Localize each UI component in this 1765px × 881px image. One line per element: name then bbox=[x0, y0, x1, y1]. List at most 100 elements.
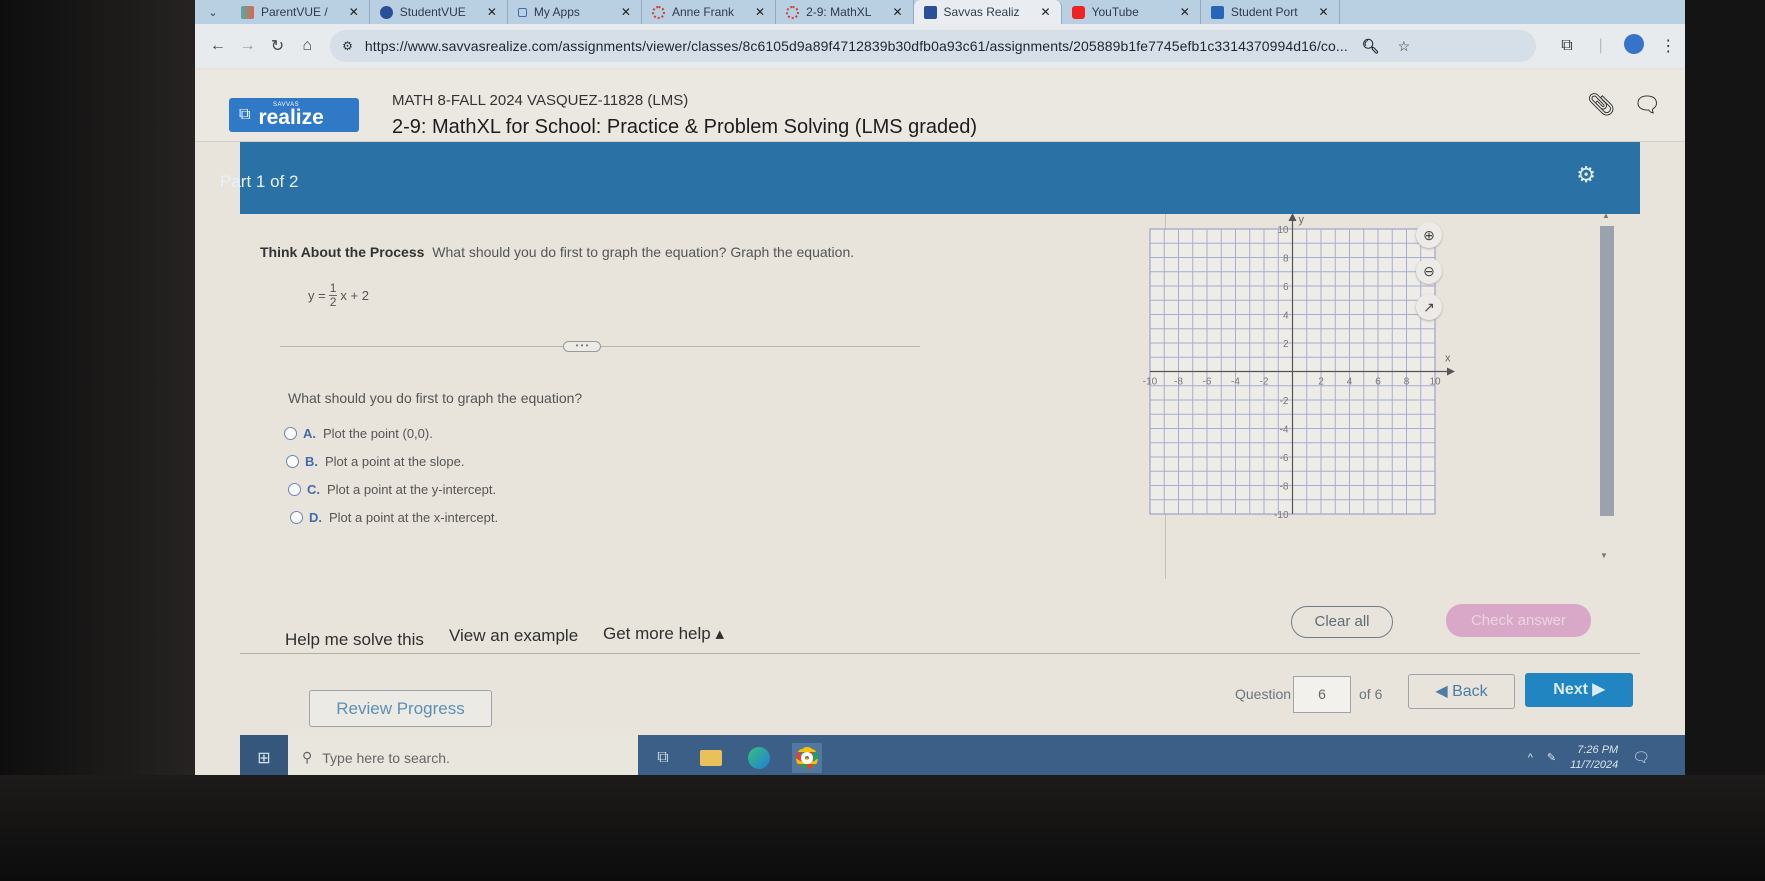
scroll-down-arrow-icon[interactable]: ▼ bbox=[1600, 551, 1608, 560]
student-portal-icon bbox=[1210, 5, 1224, 19]
x-tick-label: 10 bbox=[1429, 377, 1441, 388]
y-tick-label: 6 bbox=[1283, 282, 1289, 293]
close-tab-icon[interactable]: ✕ bbox=[755, 5, 765, 19]
review-progress-button[interactable]: Review Progress bbox=[309, 690, 492, 727]
reload-icon[interactable]: ↻ bbox=[263, 36, 293, 56]
file-explorer-icon[interactable] bbox=[696, 743, 726, 773]
resize-handle-horizontal[interactable]: • • • bbox=[563, 341, 601, 352]
pop-out-icon[interactable]: ↗ bbox=[1416, 294, 1442, 320]
browser-tab-strip: ⌄ ParentVUE / ✕ StudentVUE ✕ My Apps ✕ Anne… bbox=[195, 0, 1685, 24]
gear-icon[interactable]: ⚙ bbox=[1576, 162, 1596, 188]
y-tick-label: 10 bbox=[1277, 225, 1289, 236]
myapps-icon bbox=[517, 7, 527, 17]
question-label: Question bbox=[1235, 686, 1292, 702]
comment-icon[interactable]: 🗨︎ bbox=[1633, 92, 1661, 118]
y-tick-label: -4 bbox=[1280, 425, 1289, 436]
monitor-bezel-right bbox=[1685, 0, 1765, 881]
view-example-link[interactable]: View an example bbox=[449, 626, 578, 646]
clock[interactable]: 7:26 PM 11/7/2024 bbox=[1570, 743, 1618, 773]
taskbar-apps: ⧉ ^ ✎ 7:26 PM 11/7/2024 🗨︎ bbox=[638, 735, 1685, 780]
close-tab-icon[interactable]: ✕ bbox=[487, 5, 497, 19]
scrollbar[interactable]: ▲ ▼ bbox=[1595, 211, 1617, 584]
next-button[interactable]: Next ▶ bbox=[1525, 673, 1633, 707]
tab-student-portal[interactable]: Student Port ✕ bbox=[1201, 0, 1340, 24]
external-link-icon: ⧉ bbox=[239, 106, 251, 123]
close-tab-icon[interactable]: ✕ bbox=[1319, 5, 1329, 19]
chrome-icon[interactable] bbox=[792, 742, 822, 773]
zoom-in-icon[interactable]: ⊕ bbox=[1416, 222, 1442, 248]
sub-question: What should you do first to graph the eq… bbox=[288, 390, 583, 406]
radio-button[interactable] bbox=[288, 483, 301, 496]
zoom-icon[interactable]: 🔍︎ bbox=[1362, 38, 1380, 55]
taskbar-search[interactable]: ⚲ Type here to search. bbox=[288, 735, 638, 780]
x-tick-label: -2 bbox=[1260, 377, 1269, 388]
browser-toolbar: ← → ↻ ⌂ ⚙ https://www.savvasrealize.com/… bbox=[195, 24, 1685, 68]
radio-button[interactable] bbox=[290, 511, 303, 524]
scrollbar-thumb[interactable] bbox=[1600, 226, 1614, 516]
get-more-help-link[interactable]: Get more help ▴ bbox=[603, 624, 724, 644]
choice-a[interactable]: A. Plot the point (0,0). bbox=[284, 426, 433, 441]
site-settings-icon[interactable]: ⚙ bbox=[342, 39, 353, 53]
back-button[interactable]: ◀ Back bbox=[1408, 674, 1515, 709]
scroll-up-arrow-icon[interactable]: ▲ bbox=[1602, 211, 1610, 220]
close-tab-icon[interactable]: ✕ bbox=[621, 5, 631, 19]
system-tray: ^ ✎ 7:26 PM 11/7/2024 🗨︎ bbox=[1528, 743, 1685, 773]
part-header: Part 1 of 2 ⚙ bbox=[220, 142, 1640, 214]
x-tick-label: -10 bbox=[1143, 377, 1158, 388]
loading-icon bbox=[786, 5, 800, 19]
windows-start-icon[interactable]: ⊞ bbox=[240, 735, 288, 780]
savvas-icon bbox=[923, 5, 937, 19]
zoom-out-icon[interactable]: ⊖ bbox=[1416, 258, 1442, 284]
edge-icon[interactable] bbox=[744, 743, 774, 773]
address-bar[interactable]: ⚙ https://www.savvasrealize.com/assignme… bbox=[330, 30, 1537, 62]
tab-studentvue[interactable]: StudentVUE ✕ bbox=[370, 0, 508, 24]
y-tick-label: 8 bbox=[1283, 254, 1289, 265]
choice-b[interactable]: B. Plot a point at the slope. bbox=[286, 454, 464, 469]
help-me-solve-link[interactable]: Help me solve this bbox=[285, 630, 424, 650]
show-hidden-icons-icon[interactable]: ^ bbox=[1528, 752, 1533, 764]
tab-my-apps[interactable]: My Apps ✕ bbox=[508, 0, 642, 24]
tab-mathxl[interactable]: 2-9: MathXL ✕ bbox=[776, 0, 914, 24]
part-label: Part 1 of 2 bbox=[220, 172, 299, 191]
footer-divider bbox=[240, 653, 1640, 654]
notifications-icon[interactable]: 🗨︎ bbox=[1632, 749, 1650, 766]
radio-button[interactable] bbox=[286, 455, 299, 468]
parentvue-icon bbox=[241, 5, 254, 19]
profile-avatar[interactable] bbox=[1618, 33, 1652, 59]
clear-all-button[interactable]: Clear all bbox=[1291, 606, 1393, 638]
screen: ⌄ ParentVUE / ✕ StudentVUE ✕ My Apps ✕ Anne… bbox=[195, 0, 1685, 780]
bookmark-star-icon[interactable]: ☆ bbox=[1398, 38, 1411, 55]
close-tab-icon[interactable]: ✕ bbox=[1041, 5, 1051, 19]
tab-youtube[interactable]: YouTube ✕ bbox=[1062, 0, 1201, 24]
url-text[interactable]: https://www.savvasrealize.com/assignment… bbox=[365, 38, 1348, 54]
question-panel: Think About the Process What should you … bbox=[240, 211, 1630, 584]
forward-arrow-icon[interactable]: → bbox=[233, 37, 263, 55]
pen-icon[interactable]: ✎ bbox=[1547, 751, 1556, 764]
question-number-input[interactable]: 6 bbox=[1293, 676, 1351, 713]
x-tick-label: 8 bbox=[1404, 377, 1410, 388]
close-tab-icon[interactable]: ✕ bbox=[892, 5, 902, 19]
radio-button[interactable] bbox=[284, 427, 297, 440]
monitor-bezel-left bbox=[0, 0, 195, 881]
x-axis-label: x bbox=[1445, 353, 1451, 365]
x-axis-arrow bbox=[1447, 367, 1455, 376]
close-tab-icon[interactable]: ✕ bbox=[1180, 5, 1190, 19]
tab-anne-frank[interactable]: Anne Frank ✕ bbox=[642, 0, 777, 24]
paperclip-icon[interactable]: 📎︎ bbox=[1587, 92, 1615, 118]
tab-search-chevron-icon[interactable]: ⌄ bbox=[195, 6, 231, 19]
home-icon[interactable]: ⌂ bbox=[292, 37, 322, 55]
x-tick-label: 6 bbox=[1375, 377, 1381, 388]
back-arrow-icon[interactable]: ← bbox=[203, 37, 233, 55]
y-tick-label: -8 bbox=[1280, 482, 1289, 493]
check-answer-button[interactable]: Check answer bbox=[1446, 604, 1591, 637]
browser-menu-icon[interactable]: ⋮ bbox=[1651, 36, 1685, 56]
tab-savvas-realize[interactable]: Savvas Realiz ✕ bbox=[913, 0, 1062, 24]
extensions-icon[interactable]: ⧉ bbox=[1550, 37, 1584, 55]
realize-logo[interactable]: ⧉ SAVVAS realize bbox=[229, 98, 359, 132]
choice-d[interactable]: D. Plot a point at the x-intercept. bbox=[290, 510, 498, 525]
windows-taskbar: ⊞ ⚲ Type here to search. ⧉ ^ ✎ 7:26 PM 1… bbox=[240, 735, 1685, 780]
choice-c[interactable]: C. Plot a point at the y-intercept. bbox=[288, 482, 496, 497]
task-view-icon[interactable]: ⧉ bbox=[648, 743, 678, 773]
close-tab-icon[interactable]: ✕ bbox=[349, 5, 359, 19]
tab-parentvue[interactable]: ParentVUE / ✕ bbox=[231, 0, 370, 24]
